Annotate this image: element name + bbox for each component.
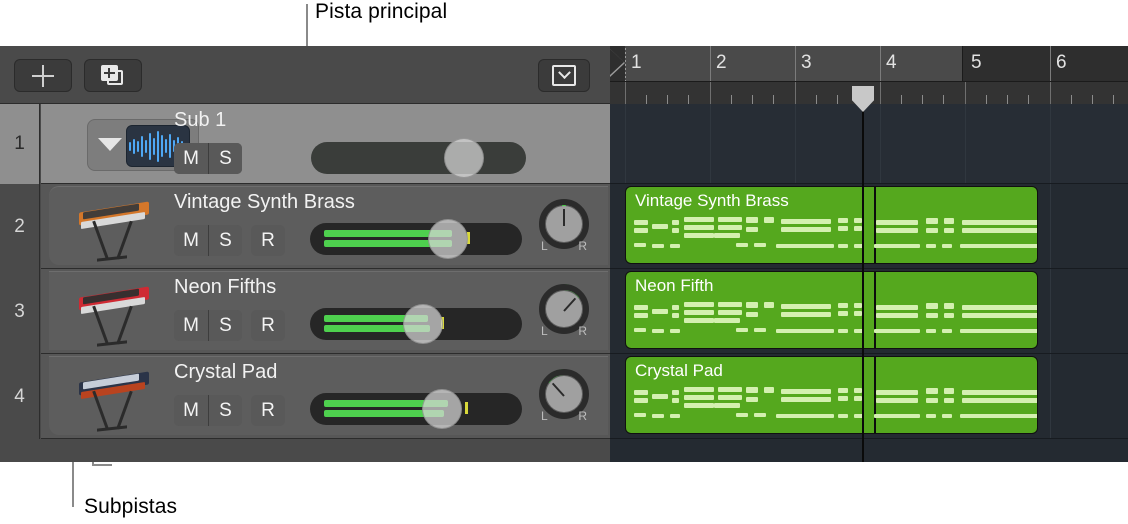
bar-label-1: 1 [631,52,642,73]
fader-track-2 [310,223,522,255]
track-number-3: 3 [0,269,40,354]
region-label-3: Neon Fifth [635,276,714,295]
track-header-4[interactable]: Crystal Pad M S R L R [41,354,610,439]
pan-label-right-3: R [578,324,587,338]
track-header-1[interactable]: Sub 1 M S [41,104,610,184]
track-row-1[interactable]: 1 Sub 1 M S [0,104,610,184]
disclosure-triangle-icon[interactable] [98,138,122,151]
screenshot-root: Pista principal Subpistas 1 Sub 1 M S 2 … [0,0,1128,524]
mute-button-3[interactable]: M [174,310,208,341]
record-button-2[interactable]: R [251,225,285,256]
keyboard-orange-icon [71,193,155,263]
pan-knob-3[interactable]: L R [535,284,593,340]
track-row-2[interactable]: 2 Vintage Synth Brass M S R L R [0,184,610,269]
region-label-4: Crystal Pad [635,361,723,380]
track-controls-3: M S R [174,310,285,341]
volume-fader-3[interactable] [310,304,522,344]
fader-track-1 [311,142,526,174]
fader-knob-3[interactable] [403,304,443,344]
volume-fader-4[interactable] [310,389,522,429]
solo-button-1[interactable]: S [208,143,242,174]
region-split-4 [874,357,876,433]
solo-button-4[interactable]: S [208,395,242,426]
record-button-4[interactable]: R [251,395,285,426]
track-controls-2: M S R [174,225,285,256]
subtracks-bracket-bottom [92,464,112,466]
mute-button-1[interactable]: M [174,143,208,174]
logic-pro-tracks-area: 1 Sub 1 M S 2 Vintage Synth Brass M S R … [0,46,1128,462]
track-row-4[interactable]: 4 Crystal Pad M S R L R [0,354,610,439]
pan-label-left-2: L [541,239,548,253]
peak-indicator-4 [465,402,468,414]
mute-button-4[interactable]: M [174,395,208,426]
lane-track-1[interactable] [610,104,1128,184]
duplicate-track-icon [101,64,125,87]
fader-knob-2[interactable] [428,219,468,259]
chevron-down-box-icon [552,65,576,86]
track-headers-panel: 1 Sub 1 M S 2 Vintage Synth Brass M S R … [0,46,610,462]
plus-icon [32,64,54,87]
track-number-2: 2 [0,184,40,269]
bar-label-4: 4 [886,52,897,73]
pan-knob-4[interactable]: L R [535,369,593,425]
track-header-toolbar [0,46,610,104]
track-header-2[interactable]: Vintage Synth Brass M S R L R [41,184,610,269]
pan-label-left-4: L [541,409,548,423]
track-row-3[interactable]: 3 Neon Fifths M S R L R [0,269,610,354]
track-number-4: 4 [0,354,40,439]
record-button-3[interactable]: R [251,310,285,341]
track-name-2: Vintage Synth Brass [174,191,355,213]
track-lanes[interactable]: Vintage Synth Brass Neon Fifth Crystal P… [610,104,1128,462]
keyboard-red-icon [71,278,155,348]
duplicate-track-button[interactable] [84,59,142,92]
fader-knob-1[interactable] [444,138,484,178]
bar-label-3: 3 [801,52,812,73]
lane-track-2[interactable]: Vintage Synth Brass [610,184,1128,269]
track-number-1: 1 [0,104,40,184]
region-track-3[interactable]: Neon Fifth [625,271,1038,349]
track-name-1: Sub 1 [174,109,227,131]
region-label-2: Vintage Synth Brass [635,191,789,210]
volume-fader-2[interactable] [310,219,522,259]
fader-track-4 [310,393,522,425]
track-header-3[interactable]: Neon Fifths M S R L R [41,269,610,354]
track-name-4: Crystal Pad [174,361,278,383]
bar-label-5: 5 [971,52,982,73]
solo-button-3[interactable]: S [208,310,242,341]
track-header-pane-3: Neon Fifths M S R L R [49,271,608,350]
fader-knob-4[interactable] [422,389,462,429]
lane-track-4[interactable]: Crystal Pad [610,354,1128,439]
region-track-2[interactable]: Vintage Synth Brass [625,186,1038,264]
track-header-pane-2: Vintage Synth Brass M S R L R [49,186,608,265]
arrange-area: 1 2 3 4 5 6 Vintage Synth Brass Neon Fif… [610,46,1128,462]
lane-track-3[interactable]: Neon Fifth [610,269,1128,354]
solo-button-2[interactable]: S [208,225,242,256]
keyboard-dark-icon [71,363,155,433]
cycle-region[interactable] [625,46,963,81]
track-header-pane-4: Crystal Pad M S R L R [49,356,608,435]
volume-fader-1[interactable] [311,138,526,178]
pan-label-left-3: L [541,324,548,338]
bar-label-2: 2 [716,52,727,73]
pan-label-right-4: R [578,409,587,423]
callout-subtracks-label: Subpistas [84,495,178,518]
add-track-button[interactable] [14,59,72,92]
collapse-tracks-button[interactable] [538,59,590,92]
region-split-2 [874,187,876,263]
bar-label-6: 6 [1056,52,1067,73]
region-split-3 [874,272,876,348]
callout-main-track-label: Pista principal [315,0,448,23]
track-controls-1: M S [174,143,242,174]
track-controls-4: M S R [174,395,285,426]
pan-knob-2[interactable]: L R [535,199,593,255]
region-track-4[interactable]: Crystal Pad [625,356,1038,434]
mute-button-2[interactable]: M [174,225,208,256]
track-name-3: Neon Fifths [174,276,277,298]
playhead-line[interactable] [862,88,864,462]
pan-label-right-2: R [578,239,587,253]
